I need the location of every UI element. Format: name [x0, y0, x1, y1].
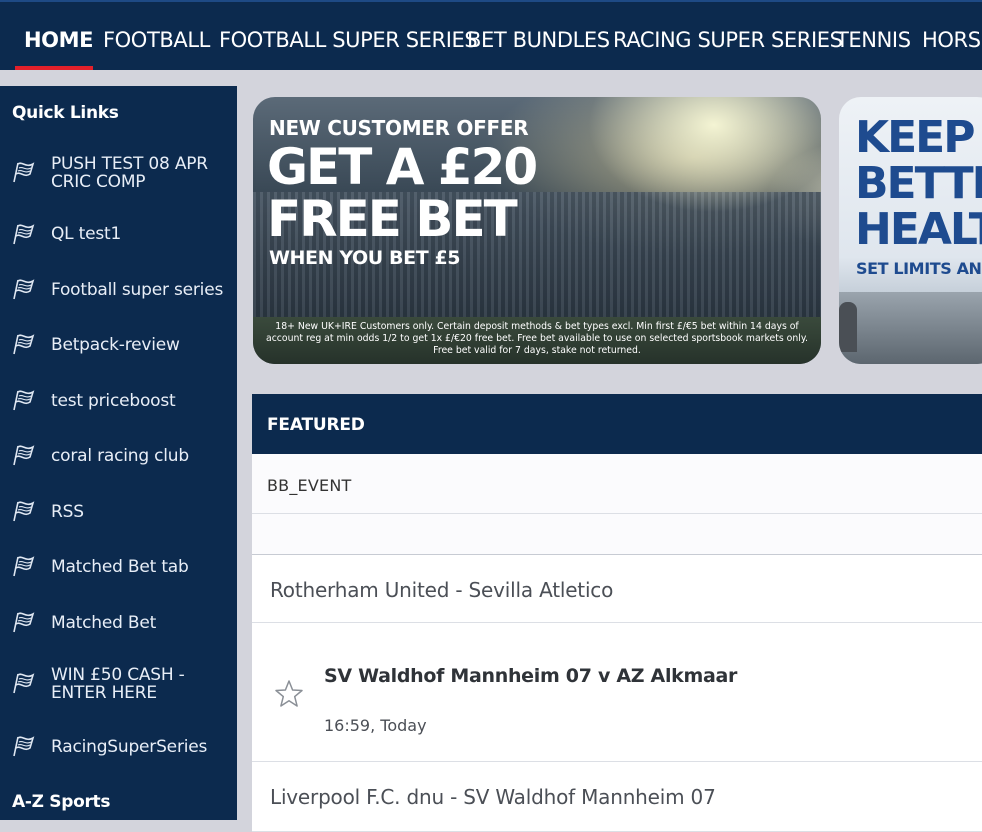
- offer-subline: WHEN YOU BET £5: [269, 247, 461, 269]
- offer-terms: 18+ New UK+IRE Customers only. Certain d…: [266, 321, 808, 356]
- tab-tennis[interactable]: TENNIS: [836, 28, 911, 52]
- tab-racing-super-series[interactable]: RACING SUPER SERIES: [613, 28, 843, 52]
- featured-header: FEATURED: [252, 394, 982, 454]
- offer-kicker: NEW CUSTOMER OFFER: [269, 116, 529, 140]
- sidebar-item-label: WIN £50 CASH - ENTER HERE: [51, 665, 185, 703]
- safer-gambling-banner[interactable]: KEEP Y BETTI HEALT SET LIMITS AND: [839, 97, 982, 364]
- sidebar-item-ql-test1[interactable]: QL test1: [0, 206, 237, 261]
- flag-icon: [13, 279, 35, 300]
- safer-headline: BETTI: [855, 158, 982, 209]
- offer-headline: FREE BET: [267, 190, 518, 248]
- safer-headline: KEEP Y: [855, 112, 982, 163]
- sidebar-item-betpack-review[interactable]: Betpack-review: [0, 317, 237, 372]
- tab-football-super-series[interactable]: FOOTBALL SUPER SERIES: [219, 28, 478, 52]
- empty-row: [252, 514, 982, 555]
- sidebar-item-matched-bet-tab[interactable]: Matched Bet tab: [0, 539, 237, 594]
- sidebar-item-label: Matched Bet: [51, 613, 157, 633]
- flag-icon: [13, 445, 35, 466]
- tab-home[interactable]: HOME: [24, 28, 93, 52]
- sidebar-item-test-priceboost[interactable]: test priceboost: [0, 372, 237, 428]
- sidebar-item-label: RSS: [51, 502, 84, 522]
- sidebar-item-label: coral racing club: [51, 446, 189, 466]
- event-time: 16:59, Today: [324, 716, 427, 735]
- az-sports-heading: A-Z Sports: [12, 792, 111, 812]
- top-navigation: HOME FOOTBALL FOOTBALL SUPER SERIES BET …: [0, 0, 982, 70]
- tab-horse-racing[interactable]: HORSE: [922, 28, 982, 52]
- flag-icon: [13, 673, 35, 694]
- banner-photo: [839, 292, 982, 364]
- sidebar-item-label: test priceboost: [51, 391, 176, 411]
- sidebar-item-rss[interactable]: RSS: [0, 483, 237, 539]
- tab-football[interactable]: FOOTBALL: [103, 28, 210, 52]
- sidebar-item-push-test[interactable]: PUSH TEST 08 APR CRIC COMP: [0, 146, 237, 206]
- match-title: Rotherham United - Sevilla Atletico: [270, 578, 614, 602]
- sidebar-item-coral-racing-club[interactable]: coral racing club: [0, 428, 237, 483]
- bb-event-label: BB_EVENT: [267, 476, 352, 495]
- flag-icon: [13, 334, 35, 355]
- offer-headline: GET A £20: [267, 138, 538, 196]
- floodlight-glow: [553, 97, 821, 237]
- sidebar-item-racing-super-series[interactable]: RacingSuperSeries: [0, 718, 237, 774]
- person-figure: [839, 302, 857, 352]
- sidebar-item-win-cash[interactable]: WIN £50 CASH - ENTER HERE: [0, 650, 237, 718]
- flag-icon: [13, 612, 35, 633]
- tab-bet-bundles[interactable]: BET BUNDLES: [467, 28, 610, 52]
- bb-event-row: BB_EVENT: [252, 454, 982, 514]
- quick-links-heading: Quick Links: [12, 103, 119, 123]
- sidebar-item-label: QL test1: [51, 224, 122, 244]
- safer-headline: HEALT: [855, 204, 982, 255]
- flag-icon: [13, 736, 35, 757]
- safer-subline: SET LIMITS AND: [856, 259, 982, 278]
- match-title: Liverpool F.C. dnu - SV Waldhof Mannheim…: [270, 785, 716, 809]
- flag-icon: [13, 390, 35, 411]
- sidebar-item-matched-bet[interactable]: Matched Bet: [0, 594, 237, 650]
- featured-title: FEATURED: [267, 415, 365, 435]
- event-name: SV Waldhof Mannheim 07 v AZ Alkmaar: [324, 665, 738, 687]
- match-title-row[interactable]: Liverpool F.C. dnu - SV Waldhof Mannheim…: [252, 762, 982, 832]
- event-card[interactable]: SV Waldhof Mannheim 07 v AZ Alkmaar 16:5…: [252, 623, 982, 762]
- sidebar-item-label: Matched Bet tab: [51, 557, 189, 577]
- favourite-star-icon[interactable]: [274, 679, 304, 709]
- sidebar-item-label: Betpack-review: [51, 335, 180, 355]
- sidebar: Quick Links PUSH TEST 08 APR CRIC COMP Q…: [0, 86, 237, 820]
- flag-icon: [13, 224, 35, 245]
- sidebar-item-football-super-series[interactable]: Football super series: [0, 261, 237, 317]
- match-title-row[interactable]: Rotherham United - Sevilla Atletico: [252, 555, 982, 623]
- offer-banner[interactable]: NEW CUSTOMER OFFER GET A £20 FREE BET WH…: [253, 97, 821, 364]
- flag-icon: [13, 162, 35, 183]
- sidebar-item-label: PUSH TEST 08 APR CRIC COMP: [51, 154, 208, 192]
- flag-icon: [13, 501, 35, 522]
- flag-icon: [13, 556, 35, 577]
- active-tab-indicator: [15, 66, 93, 70]
- sidebar-item-label: RacingSuperSeries: [51, 737, 208, 757]
- sidebar-item-label: Football super series: [51, 280, 224, 300]
